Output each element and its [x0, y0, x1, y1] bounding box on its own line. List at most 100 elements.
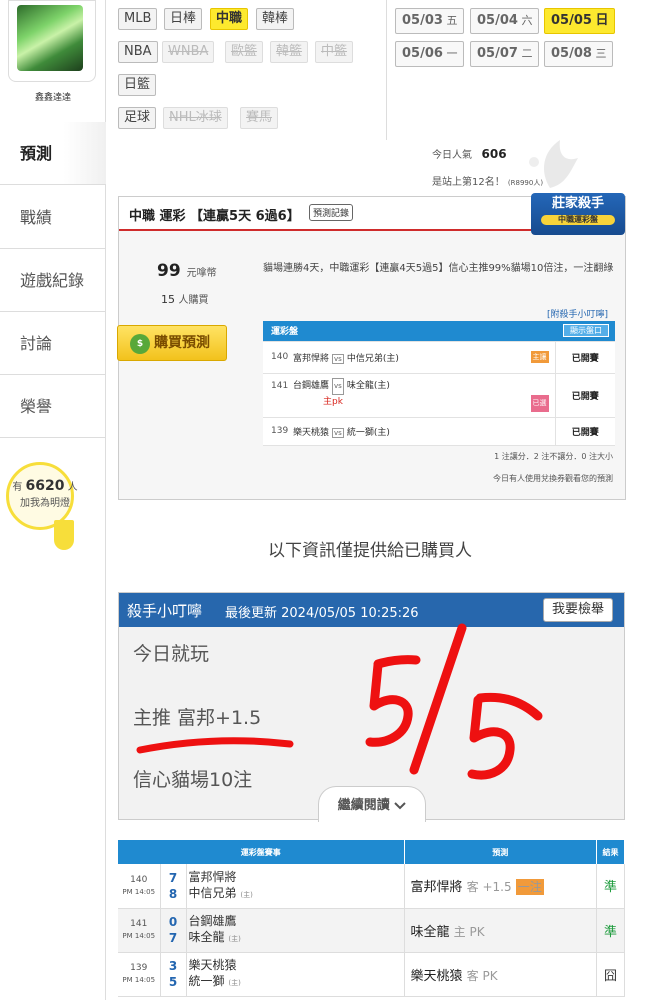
vs-icon: vs	[332, 353, 344, 364]
league-tag-mlb[interactable]: MLB	[118, 8, 158, 30]
date-label: 05/06	[402, 46, 443, 61]
nav-item-honor[interactable]: 榮譽	[0, 375, 106, 438]
follow-caption: 加我為明燈	[20, 498, 70, 509]
results-header: 運彩盤賽事 預測 結果	[118, 840, 625, 864]
buy-prediction-button[interactable]: $ 購買預測	[117, 325, 227, 361]
weekday-label: 六	[521, 14, 533, 27]
league-tag-korea-basketball: 韓籃	[270, 41, 309, 63]
teams: 富邦悍將 中信兄弟 (主)	[186, 864, 405, 909]
league-tag-horse-racing: 賽馬	[240, 107, 279, 129]
game-number: 141	[263, 373, 293, 418]
avatar-frame[interactable]	[8, 0, 96, 82]
buyer-number: 15	[161, 293, 175, 306]
sidebar: 鑫鑫達達 預測 戰績 遊戲紀錄 討論 榮譽 有 6620 人 加我為明燈	[0, 0, 106, 1000]
result-mark: 準	[596, 908, 625, 953]
away-team: 台鋼雄鷹	[293, 381, 330, 391]
nav-item-discuss[interactable]: 討論	[0, 312, 106, 375]
date-0507[interactable]: 05/07 二	[470, 41, 540, 67]
tip-header: 殺手小叮嚀 最後更新 2024/05/05 10:25:26 我要檢舉	[119, 593, 624, 627]
prediction: 味全龍 主 PK	[404, 908, 597, 953]
date-0506[interactable]: 05/06 一	[395, 41, 465, 67]
away-team: 富邦悍將	[293, 353, 330, 364]
away-team: 台鋼雄鷹	[188, 914, 237, 928]
weekday-label: 日	[595, 13, 609, 28]
killer-tip-link[interactable]: [附殺手小叮嚀]	[547, 307, 608, 320]
prediction-card: 中職 運彩 【連贏5天 6過6】 預測記錄 莊家殺手 中職運彩盤 99 元嗱幣 …	[117, 193, 626, 500]
league-tag-nhl: NHL冰球	[163, 107, 228, 129]
home-team: 統一獅(主)	[346, 427, 390, 438]
date-0503[interactable]: 05/03 五	[395, 8, 465, 34]
record-button[interactable]: 預測記錄	[309, 204, 354, 221]
game-number: 141	[130, 919, 148, 929]
game-info: 140 PM 14:05	[118, 864, 161, 909]
league-tag-euro-basketball: 歐籃	[225, 41, 264, 63]
nav-item-predict[interactable]: 預測	[0, 122, 106, 185]
popularity-value: 606	[481, 147, 507, 161]
sports-lottery-table: 運彩盤 顯示盤口 140 富邦悍將 vs 中信兄弟(主) 主讓 已開賽 141 台鋼…	[263, 321, 615, 446]
avatar[interactable]	[17, 5, 83, 71]
table-row: 140 富邦悍將 vs 中信兄弟(主) 主讓 已開賽	[263, 341, 615, 374]
table-row: 141 台鋼雄鷹 vs 味全龍(主) 主pk 已選 已開賽	[263, 373, 615, 418]
table-row: 139 樂天桃猿 vs 統一獅(主) 已開賽	[263, 417, 615, 446]
continue-reading-label: 繼續閱讀	[337, 798, 390, 813]
away-score: 7	[168, 870, 178, 885]
report-button[interactable]: 我要檢舉	[543, 598, 614, 622]
popularity: 今日人氣 606	[432, 146, 507, 161]
continue-reading-button[interactable]: 繼續閱讀	[318, 786, 426, 822]
date-0505[interactable]: 05/05 日	[544, 8, 616, 34]
date-0508[interactable]: 05/08 三	[544, 41, 614, 67]
result-mark: 準	[596, 864, 625, 909]
game-status: 已開賽	[554, 341, 615, 374]
chevron-down-icon	[394, 802, 406, 810]
nav-item-game-history[interactable]: 遊戲紀錄	[0, 249, 106, 312]
show-odds-button[interactable]: 顯示盤口	[563, 324, 609, 338]
matchup: 台鋼雄鷹 vs 味全龍(主) 主pk 已選	[293, 373, 555, 418]
league-tag-npb[interactable]: 日棒	[164, 8, 203, 30]
header-result: 結果	[596, 840, 625, 864]
buyer-count: 15 人購買	[161, 291, 209, 306]
home-score: 5	[168, 975, 178, 989]
header-prediction: 預測	[404, 840, 597, 864]
sparkle-decoration-icon	[529, 140, 578, 188]
pick-line: 客 +1.5	[466, 880, 512, 895]
away-score: 3	[168, 959, 178, 973]
league-tag-cpbl[interactable]: 中職	[210, 8, 249, 30]
league-tag-soccer[interactable]: 足球	[118, 107, 157, 129]
home-team: 統一獅	[188, 974, 225, 988]
league-tag-japan-basketball[interactable]: 日籃	[118, 74, 157, 96]
matchup: 富邦悍將 vs 中信兄弟(主) 主讓	[293, 341, 555, 374]
away-team: 樂天桃猿	[188, 958, 237, 972]
results-table: 運彩盤賽事 預測 結果 140 PM 14:05 78 富邦悍將 中信兄弟 (主) …	[118, 840, 625, 997]
result-mark: 囧	[596, 952, 625, 997]
weekday-label: 一	[446, 47, 458, 60]
rank-text: 是站上第12名！	[432, 177, 505, 188]
follower-count[interactable]: 有 6620 人 加我為明燈	[10, 478, 80, 509]
table-row: 139 PM 14:05 35 樂天桃猿 統一獅 (主) 樂天桃猿 客 PK 囧	[118, 952, 625, 997]
league-tag-nba[interactable]: NBA	[118, 41, 158, 63]
date-0504[interactable]: 05/04 六	[470, 8, 540, 34]
prediction-description: 貓場連勝4天，中職運彩【連贏4天5過5】信心主推99%貓場10倍注，一注翻綠	[263, 263, 614, 274]
pick-note: 主pk	[323, 397, 343, 407]
scores: 35	[160, 952, 187, 997]
nav-item-record[interactable]: 戰績	[0, 186, 106, 249]
date-label: 05/03	[402, 13, 443, 28]
tip-line: 今日就玩	[133, 643, 210, 665]
game-number: 140	[130, 874, 148, 885]
date-label: 05/08	[551, 46, 592, 61]
tip-line: 主推 富邦+1.5	[133, 707, 262, 729]
game-time: PM 14:05	[122, 932, 156, 940]
league-tag-kbo[interactable]: 韓棒	[256, 8, 295, 30]
prediction: 樂天桃猿 客 PK	[404, 952, 597, 997]
pick-flag: 已選	[530, 395, 549, 412]
league-tag-china-basketball: 中籃	[315, 41, 354, 63]
username[interactable]: 鑫鑫達達	[0, 90, 106, 103]
game-info: 141 PM 14:05	[118, 908, 161, 953]
buy-button-label: 購買預測	[154, 335, 210, 351]
prediction: 富邦悍將 客 +1.5 一注	[404, 864, 597, 909]
price-unit: 元嗱幣	[186, 268, 217, 279]
picked-team: 富邦悍將	[410, 880, 463, 896]
tip-title: 殺手小叮嚀	[127, 602, 203, 620]
follower-suffix: 人	[67, 482, 78, 493]
pick-line: 主 PK	[453, 924, 485, 939]
game-info: 139 PM 14:05	[118, 952, 161, 997]
